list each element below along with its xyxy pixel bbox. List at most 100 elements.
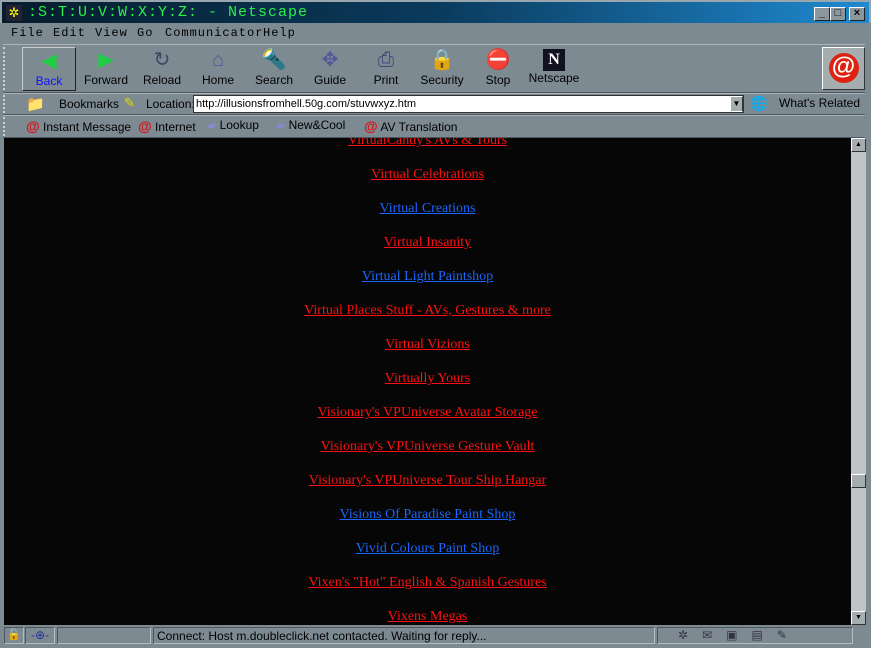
address-book-icon[interactable]: ▤ — [751, 628, 776, 642]
composer-icon[interactable]: ✎ — [777, 628, 801, 642]
page-link[interactable]: Virtually Yours — [4, 371, 851, 387]
toolbar-label: Home — [201, 73, 234, 87]
personal-label: AV Translation — [380, 120, 458, 134]
navigator-icon[interactable]: ✲ — [678, 628, 702, 642]
page-link[interactable]: Virtual Vizions — [4, 337, 851, 353]
page-link[interactable]: Vivid Colours Paint Shop — [4, 541, 851, 557]
personal-av-translation[interactable]: @ AV Translation — [364, 118, 457, 134]
guide-button[interactable]: ✥ Guide — [303, 47, 357, 91]
scroll-down-button[interactable]: ▼ — [851, 611, 866, 625]
menu-bar: File Edit View Go Communicator Help — [0, 23, 871, 43]
mail-icon[interactable]: ✉ — [702, 628, 726, 642]
personal-new-cool[interactable]: ▰ New&Cool — [276, 118, 345, 132]
url-input[interactable]: http://illusionsfromhell.50g.com/stuvwxy… — [193, 95, 744, 113]
whats-related-icon[interactable]: 🌐 — [750, 95, 767, 112]
status-text: Connect: Host m.doubleclick.net contacte… — [153, 627, 655, 644]
toolbar-label: Back — [35, 74, 63, 88]
bookmarks-button[interactable]: Bookmarks — [59, 97, 119, 111]
stop-button[interactable]: ⛔ Stop — [471, 47, 525, 91]
minimize-button[interactable]: _ — [814, 7, 830, 21]
page-link[interactable]: Visionary's VPUniverse Tour Ship Hangar — [4, 473, 851, 489]
menu-view[interactable]: View — [95, 26, 128, 40]
toolbar-label: Print — [373, 73, 399, 87]
page-link[interactable]: Virtual Insanity — [4, 235, 851, 251]
page-link[interactable]: Vixens Megas — [4, 609, 851, 625]
vertical-scrollbar[interactable]: ▲ ▼ — [851, 138, 866, 625]
title-bar: ✲ :S:T:U:V:W:X:Y:Z: - Netscape _ □ × — [0, 0, 871, 23]
search-button[interactable]: 🔦 Search — [247, 47, 301, 91]
security-button[interactable]: 🔒 Security — [415, 47, 469, 91]
netscape-at-button[interactable]: @ — [822, 47, 865, 90]
page-link[interactable]: Virtual Places Stuff - AVs, Gestures & m… — [4, 303, 851, 319]
location-label: Location: — [146, 97, 195, 111]
reload-icon: ↻ — [153, 49, 171, 71]
back-arrow-icon: ◀ — [41, 50, 57, 72]
toolbar-grip[interactable] — [3, 47, 11, 90]
home-button[interactable]: ⌂ Home — [191, 47, 245, 91]
menu-go[interactable]: Go — [137, 26, 153, 40]
folder-icon: ▰ — [207, 118, 217, 132]
toolbar-label: Security — [420, 73, 464, 87]
forward-button[interactable]: ▶ Forward — [79, 47, 133, 91]
at-logo-icon: @ — [828, 53, 859, 83]
page-link[interactable]: Virtual Light Paintshop — [4, 269, 851, 285]
at-icon: @ — [364, 118, 378, 134]
at-icon: @ — [26, 118, 40, 134]
toolbar-label: Guide — [313, 73, 347, 87]
page-link[interactable]: Visionary's VPUniverse Avatar Storage — [4, 405, 851, 421]
page-link[interactable]: Virtual Celebrations — [4, 167, 851, 183]
menu-help[interactable]: Help — [263, 26, 296, 40]
page-content: VirtualCandy's AVs & Tours Virtual Celebr… — [4, 138, 851, 625]
location-grip[interactable] — [3, 95, 11, 113]
netscape-button[interactable]: N Netscape — [527, 47, 581, 91]
personal-label: Lookup — [219, 118, 259, 132]
page-link[interactable]: VirtualCandy's AVs & Tours — [4, 138, 851, 149]
personal-label: Instant Message — [43, 120, 132, 134]
print-button[interactable]: ⎙ Print — [359, 47, 413, 91]
reload-button[interactable]: ↻ Reload — [135, 47, 189, 91]
close-button[interactable]: × — [849, 7, 865, 21]
bookmarks-icon[interactable]: 📁 — [26, 95, 45, 113]
whats-related-button[interactable]: What's Related — [779, 96, 860, 110]
print-icon: ⎙ — [378, 49, 394, 71]
at-icon: @ — [138, 118, 152, 134]
toolbar-label: Netscape — [528, 71, 580, 85]
component-bar: ✲✉▣▤✎ — [657, 627, 853, 644]
netscape-window-icon[interactable]: ✲ — [6, 5, 22, 21]
back-button[interactable]: ◀ Back — [22, 47, 76, 91]
connection-icon[interactable]: -⊕- — [25, 627, 55, 644]
page-link[interactable]: Visionary's VPUniverse Gesture Vault — [4, 439, 851, 455]
toolbar-label: Search — [254, 73, 294, 87]
status-bar: 🔓 -⊕- Connect: Host m.doubleclick.net co… — [0, 625, 871, 645]
scroll-thumb[interactable] — [851, 474, 866, 488]
maximize-button[interactable]: □ — [830, 7, 846, 21]
personal-internet[interactable]: @ Internet — [138, 118, 196, 134]
menu-edit[interactable]: Edit — [53, 26, 86, 40]
url-dropdown-button[interactable]: ▼ — [730, 96, 743, 112]
progress-bar — [57, 627, 151, 644]
window-title: :S:T:U:V:W:X:Y:Z: - Netscape — [28, 4, 309, 21]
forward-arrow-icon: ▶ — [98, 49, 114, 71]
scroll-up-button[interactable]: ▲ — [851, 138, 866, 152]
page-link[interactable]: Virtual Creations — [4, 201, 851, 217]
discussions-icon[interactable]: ▣ — [726, 628, 751, 642]
security-lock-icon[interactable]: 🔓 — [4, 627, 24, 644]
personal-grip[interactable] — [3, 117, 11, 136]
personal-lookup[interactable]: ▰ Lookup — [207, 118, 259, 132]
personal-label: New&Cool — [288, 118, 346, 132]
lock-icon: 🔒 — [429, 49, 455, 71]
toolbar-label: Stop — [485, 73, 511, 87]
page-link[interactable]: Visions Of Paradise Paint Shop — [4, 507, 851, 523]
location-icon: ✎ — [124, 95, 135, 110]
toolbar-label: Forward — [83, 73, 128, 87]
guide-icon: ✥ — [321, 49, 339, 71]
personal-instant-message[interactable]: @ Instant Message — [26, 118, 131, 134]
menu-communicator[interactable]: Communicator — [165, 26, 263, 40]
home-icon: ⌂ — [211, 49, 225, 71]
stop-icon: ⛔ — [485, 49, 511, 71]
netscape-logo-icon: N — [543, 49, 565, 71]
folder-icon: ▰ — [276, 118, 286, 132]
page-link[interactable]: Vixen's "Hot" English & Spanish Gestures — [4, 575, 851, 591]
menu-file[interactable]: File — [11, 26, 44, 40]
search-icon: 🔦 — [261, 49, 287, 71]
